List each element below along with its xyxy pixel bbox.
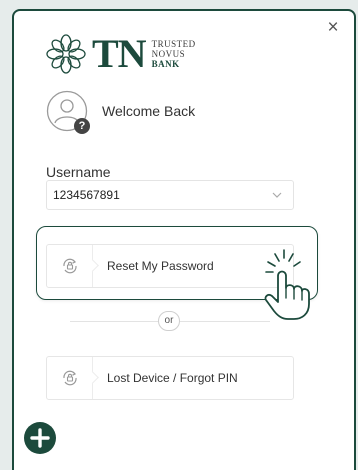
bank-logo: TN TRUSTED NOVUS BANK bbox=[44, 33, 196, 75]
refresh-lock-icon bbox=[62, 370, 77, 386]
brand-line-2: NOVUS bbox=[151, 49, 186, 59]
username-label: Username bbox=[46, 164, 111, 180]
help-badge: ? bbox=[74, 118, 90, 134]
lost-device-label: Lost Device / Forgot PIN bbox=[107, 371, 238, 385]
option-icon-cell bbox=[47, 357, 93, 399]
plus-icon bbox=[30, 428, 50, 448]
close-button[interactable]: × bbox=[324, 18, 342, 37]
brand-abbreviation: TN bbox=[92, 31, 147, 76]
pointing-hand-icon bbox=[264, 249, 310, 320]
add-button[interactable] bbox=[24, 422, 56, 454]
brand-wordmark: TRUSTED NOVUS BANK bbox=[152, 39, 196, 69]
brand-line-3: BANK bbox=[151, 59, 180, 69]
lost-device-button[interactable]: Lost Device / Forgot PIN bbox=[46, 356, 294, 400]
flower-logo-icon bbox=[46, 34, 86, 74]
brand-line-1: TRUSTED bbox=[151, 39, 196, 49]
chevron-down-icon[interactable] bbox=[271, 189, 283, 201]
username-field[interactable]: 1234567891 bbox=[46, 180, 294, 210]
reset-password-label: Reset My Password bbox=[107, 259, 214, 273]
or-separator: or bbox=[158, 311, 180, 331]
option-icon-cell bbox=[47, 245, 93, 287]
refresh-lock-icon bbox=[62, 258, 77, 274]
avatar: ? bbox=[46, 90, 90, 134]
welcome-section: ? Welcome Back bbox=[46, 90, 196, 134]
welcome-text: Welcome Back bbox=[102, 103, 196, 119]
username-value: 1234567891 bbox=[53, 188, 120, 202]
